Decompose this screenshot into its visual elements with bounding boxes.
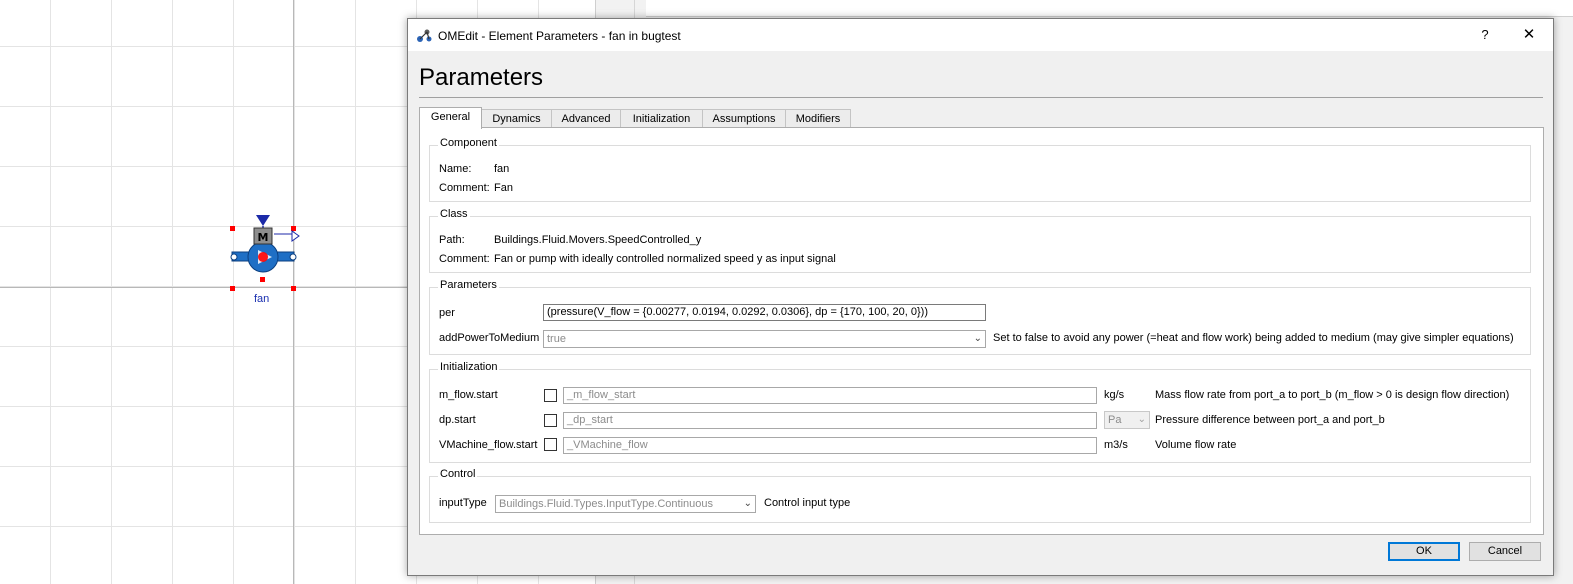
general-tab-panel: Component Name: fan Comment: Fan Class P… — [419, 127, 1544, 535]
dialog-title: OMEdit - Element Parameters - fan in bug… — [438, 29, 681, 43]
control-group-title: Control — [438, 468, 478, 480]
omedit-app-icon — [417, 29, 432, 42]
addpowertomedium-select[interactable]: true ⌄ — [543, 330, 986, 348]
class-comment-label: Comment: — [439, 253, 490, 265]
chevron-down-icon: ⌄ — [973, 333, 982, 344]
parameters-group-title: Parameters — [438, 279, 499, 291]
tab-general[interactable]: General — [419, 107, 482, 129]
dp-start-input[interactable]: _dp_start — [563, 412, 1097, 429]
inputtype-label: inputType — [439, 497, 487, 509]
dp-start-unit: Pa — [1108, 414, 1122, 426]
tab-assumptions[interactable]: Assumptions — [702, 109, 786, 128]
fan-icon: M — [230, 215, 300, 291]
inputtype-select[interactable]: Buildings.Fluid.Types.InputType.Continuo… — [495, 495, 756, 513]
dp-start-description: Pressure difference between port_a and p… — [1155, 414, 1385, 426]
m-flow-start-label: m_flow.start — [439, 389, 498, 401]
control-group: Control inputType Buildings.Fluid.Types.… — [429, 468, 1531, 523]
component-name-label: Name: — [439, 163, 472, 175]
component-comment-value: Fan — [494, 182, 513, 194]
fan-component[interactable]: M fan — [226, 212, 306, 312]
dialog-titlebar[interactable]: OMEdit - Element Parameters - fan in bug… — [408, 19, 1553, 51]
dp-start-checkbox[interactable] — [544, 414, 557, 427]
m-flow-start-unit: kg/s — [1104, 389, 1125, 401]
class-group-title: Class — [438, 208, 470, 220]
per-input[interactable]: (pressure(V_flow = {0.00277, 0.0194, 0.0… — [543, 304, 986, 321]
class-group: Class Path: Buildings.Fluid.Movers.Speed… — [429, 208, 1531, 273]
initialization-group-title: Initialization — [438, 361, 500, 373]
element-parameters-dialog: OMEdit - Element Parameters - fan in bug… — [407, 18, 1554, 576]
page-title: Parameters — [419, 64, 544, 91]
component-name-value: fan — [494, 163, 510, 175]
initialization-group: Initialization m_flow.start _m_flow_star… — [429, 361, 1531, 463]
chevron-down-icon: ⌄ — [1137, 414, 1146, 425]
chevron-down-icon: ⌄ — [743, 498, 752, 509]
parameters-group: Parameters per (pressure(V_flow = {0.002… — [429, 279, 1531, 355]
tab-advanced[interactable]: Advanced — [551, 109, 621, 128]
close-button[interactable]: ✕ — [1514, 25, 1544, 45]
class-path-value: Buildings.Fluid.Movers.SpeedControlled_y — [494, 234, 702, 246]
inputtype-description: Control input type — [764, 497, 851, 509]
dp-start-label: dp.start — [439, 414, 476, 426]
component-group: Component Name: fan Comment: Fan — [429, 137, 1531, 202]
help-button[interactable]: ? — [1472, 25, 1498, 45]
ok-button[interactable]: OK — [1388, 542, 1460, 561]
tab-initialization[interactable]: Initialization — [620, 109, 703, 128]
addpowertomedium-description: Set to false to avoid any power (=heat a… — [993, 332, 1514, 344]
dp-start-unit-select[interactable]: Pa ⌄ — [1104, 411, 1150, 429]
heading-divider — [419, 97, 1543, 98]
vmachine-flow-start-label: VMachine_flow.start — [439, 439, 538, 451]
component-label: fan — [254, 293, 270, 305]
class-path-label: Path: — [439, 234, 465, 246]
motor-letter: M — [258, 231, 269, 244]
cancel-button[interactable]: Cancel — [1469, 542, 1541, 561]
vmachine-flow-start-input[interactable]: _VMachine_flow — [563, 437, 1097, 454]
m-flow-start-description: Mass flow rate from port_a to port_b (m_… — [1155, 389, 1510, 401]
component-group-title: Component — [438, 137, 499, 149]
tab-modifiers[interactable]: Modifiers — [785, 109, 851, 128]
addpowertomedium-label: addPowerToMedium — [439, 332, 540, 344]
per-label: per — [439, 307, 455, 319]
vmachine-flow-start-description: Volume flow rate — [1155, 439, 1237, 451]
vmachine-flow-start-checkbox[interactable] — [544, 438, 557, 451]
m-flow-start-checkbox[interactable] — [544, 389, 557, 402]
addpowertomedium-value: true — [547, 333, 566, 345]
component-comment-label: Comment: — [439, 182, 490, 194]
vmachine-flow-start-unit: m3/s — [1104, 439, 1128, 451]
m-flow-start-input[interactable]: _m_flow_start — [563, 387, 1097, 404]
inputtype-value: Buildings.Fluid.Types.InputType.Continuo… — [499, 498, 714, 510]
class-comment-value: Fan or pump with ideally controlled norm… — [494, 253, 836, 265]
tab-dynamics[interactable]: Dynamics — [481, 109, 552, 128]
